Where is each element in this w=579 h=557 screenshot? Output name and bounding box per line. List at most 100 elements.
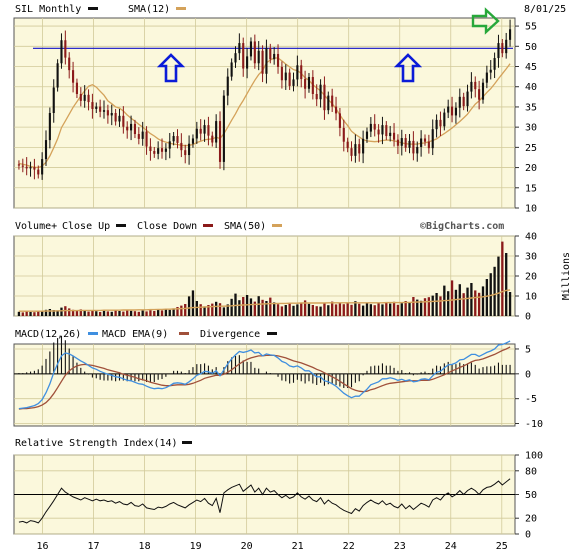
volume-bar	[29, 312, 32, 316]
watermark: ©BigCharts.com	[420, 220, 504, 232]
x-tick-label: 18	[139, 541, 151, 552]
volume-bar	[334, 304, 338, 316]
legend-macd: MACD(12,26)	[15, 329, 81, 340]
volume-bar	[311, 305, 314, 316]
candle-body	[304, 79, 307, 89]
candle-body	[497, 43, 500, 59]
volume-bar	[462, 293, 465, 316]
volume-bar	[114, 310, 117, 316]
volume-bar	[319, 306, 322, 316]
candle-body	[157, 148, 160, 154]
y-tick-label: 30	[525, 123, 537, 134]
candle-body	[269, 47, 272, 60]
legend-volume: Volume+	[15, 221, 57, 232]
price-legend: SIL Monthly SMA(12)	[15, 4, 186, 15]
candle-body	[44, 140, 48, 160]
volume-bar	[242, 297, 245, 316]
candle-body	[99, 106, 102, 112]
candle-body	[168, 141, 171, 149]
y-tick-label: 0	[525, 530, 531, 541]
candle-body	[242, 43, 245, 69]
volume-bar	[427, 297, 431, 316]
volume-bar	[373, 305, 376, 316]
candle-body	[358, 144, 361, 154]
volume-bar	[447, 291, 450, 316]
legend-macd-ema: MACD EMA(9)	[102, 329, 168, 340]
candle-body	[218, 121, 222, 162]
candle-body	[226, 76, 229, 96]
volume-bar	[199, 304, 202, 316]
volume-bar	[377, 303, 380, 316]
volume-bar	[400, 303, 403, 316]
candle-body	[257, 50, 260, 64]
candle-body	[427, 141, 430, 149]
candle-body	[493, 58, 496, 70]
candle-body	[365, 131, 369, 139]
volume-bar	[126, 310, 129, 316]
volume-bar	[68, 308, 71, 316]
candle-body	[75, 82, 79, 94]
candle-body	[25, 166, 28, 169]
candle-body	[180, 142, 183, 151]
candle-body	[72, 70, 75, 83]
volume-bar	[269, 297, 272, 316]
candle-body	[435, 119, 438, 130]
volume-bar	[187, 296, 191, 316]
y-tick-label: 55	[525, 22, 537, 33]
candle-body	[288, 72, 291, 86]
volume-bar	[257, 296, 260, 316]
volume-bar	[25, 311, 28, 316]
candle-body	[215, 121, 218, 143]
x-tick-label: 16	[36, 541, 48, 552]
candle-body	[37, 169, 40, 175]
candle-body	[207, 125, 210, 136]
candle-body	[21, 165, 24, 167]
date-label: 8/01/25	[524, 4, 566, 15]
candle-body	[284, 72, 287, 81]
candle-body	[280, 66, 283, 81]
candle-body	[373, 123, 376, 130]
candle-body	[64, 40, 67, 58]
y-tick-label: 20	[525, 272, 537, 283]
volume-bar	[508, 292, 512, 316]
legend-close-down: Close Down	[137, 221, 197, 232]
volume-bar	[419, 300, 423, 316]
volume-bar	[141, 310, 144, 316]
volume-bar	[230, 298, 233, 316]
candle-body	[122, 115, 125, 127]
volume-bar	[102, 310, 106, 316]
y-tick-label: 10	[525, 292, 537, 303]
candle-body	[172, 136, 175, 142]
candle-body	[412, 140, 415, 154]
candle-body	[145, 131, 148, 147]
candle-body	[474, 81, 477, 90]
candle-body	[369, 123, 372, 132]
legend-rsi: Relative Strength Index(14)	[15, 438, 178, 449]
y-tick-label: 35	[525, 102, 537, 113]
volume-bar	[95, 311, 98, 316]
volume-bar	[222, 307, 226, 316]
x-tick-label: 19	[190, 541, 202, 552]
candle-body	[118, 115, 121, 122]
volume-bar	[118, 311, 121, 316]
candle-body	[52, 87, 55, 113]
chart-window: 10 15 20 25 30 35 40 45 50 55 SIL Monthly SMA(12)…	[0, 0, 579, 553]
candle-body	[431, 129, 434, 149]
candle-body	[176, 136, 179, 143]
candle-body	[454, 107, 457, 116]
volume-bar	[133, 311, 137, 316]
legend-rsi-swatch	[182, 441, 192, 444]
candle-body	[331, 95, 334, 107]
candle-body	[334, 106, 338, 114]
candle-body	[416, 146, 419, 154]
volume-bar	[485, 279, 489, 316]
volume-bar	[439, 296, 442, 316]
y-tick-label: 20	[525, 514, 537, 525]
x-tick-label: 17	[88, 541, 100, 552]
volume-bar	[300, 303, 303, 316]
volume-bar	[385, 302, 388, 316]
candle-body	[292, 79, 295, 86]
candle-body	[83, 94, 86, 101]
volume-bar	[331, 301, 334, 316]
candle-body	[17, 164, 20, 166]
